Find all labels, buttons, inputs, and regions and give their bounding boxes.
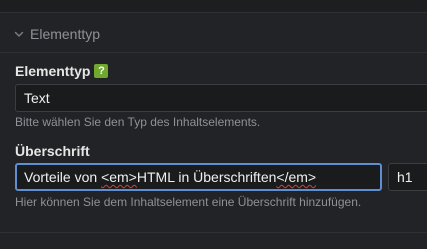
element-type-label-text: Elementtyp [15,63,91,79]
top-strip [0,0,427,12]
heading-level-select[interactable]: h1 [388,163,427,191]
element-type-hint: Bitte wählen Sie den Typ des Inhaltselem… [15,115,261,129]
element-type-label: Elementtyp ? [15,63,109,79]
section-legend-label: Elementtyp [30,26,101,42]
section-legend[interactable]: Elementtyp [13,25,100,43]
spellcheck-flag: </em> [276,169,317,185]
heading-level-value: h1 [397,169,413,185]
help-icon[interactable]: ? [94,64,109,78]
heading-hint: Hier können Sie dem Inhaltselement eine … [15,195,362,209]
top-separator [0,12,427,13]
legend-divider [0,52,427,53]
element-type-select[interactable]: Text [15,84,427,112]
element-type-value: Text [24,90,50,106]
heading-label-text: Überschrift [15,143,90,159]
content-element-form: Elementtyp Elementtyp ? Text Bitte wähle… [0,0,427,249]
heading-input[interactable]: Vorteile von <em>HTML in Überschriften</… [15,163,382,191]
spellcheck-flag: <em> [101,169,137,185]
chevron-down-icon [14,31,24,37]
bottom-divider [0,232,427,233]
heading-label: Überschrift [15,143,90,159]
heading-input-value: Vorteile von <em>HTML in Überschriften</… [24,169,317,185]
